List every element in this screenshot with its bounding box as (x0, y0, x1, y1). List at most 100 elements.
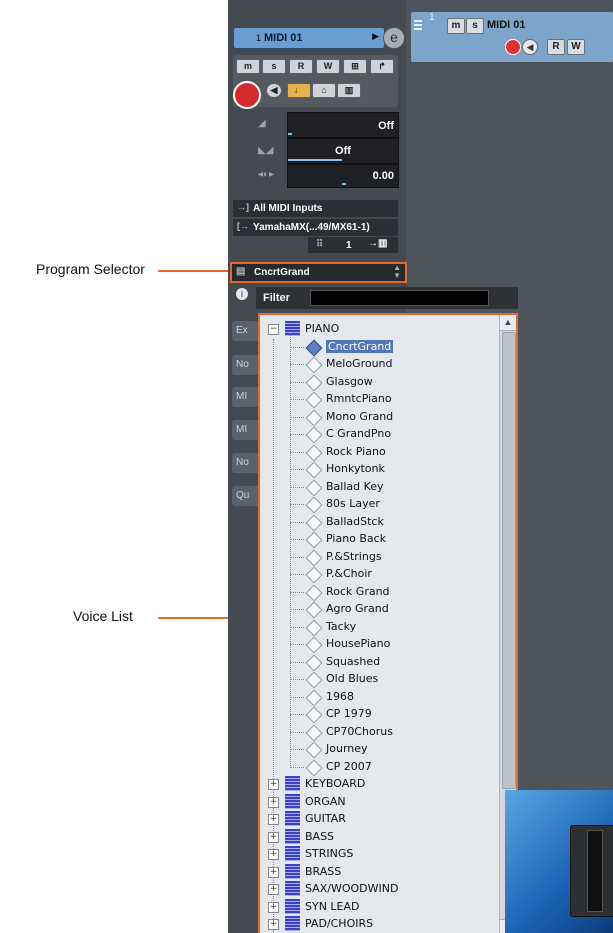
program-selector-leader-line (158, 270, 230, 272)
voice-icon (305, 444, 323, 461)
voice-item[interactable]: Old Blues (260, 671, 490, 689)
midi-input-selector[interactable]: →] All MIDI Inputs (233, 200, 398, 217)
inspector-track-name[interactable]: 1 MIDI 01 ▶ (233, 27, 385, 49)
category-row[interactable]: + STRINGS (260, 846, 490, 863)
voice-item[interactable]: C GrandPno (260, 426, 490, 444)
scroll-up-icon[interactable]: ▲ (500, 315, 516, 331)
expand-icon[interactable]: + (268, 919, 279, 930)
timebase-button[interactable]: ♩ (287, 83, 311, 98)
voice-item[interactable]: CP 2007 (260, 759, 490, 776)
channel-selector[interactable]: ⠿ 1 →▥ (308, 237, 398, 253)
voice-item[interactable]: HousePiano (260, 636, 490, 654)
voice-item[interactable]: Mono Grand (260, 409, 490, 426)
delay-field[interactable]: 0.00 (287, 164, 399, 188)
program-selector[interactable]: ▤ CncrtGrand ▲ ▼ (230, 262, 407, 283)
volume-icon: ◢ (258, 118, 266, 129)
track-monitor-button[interactable]: ◀ (522, 39, 538, 55)
inspector-solo-button[interactable]: s (262, 59, 286, 74)
voice-label: CP 2007 (326, 759, 372, 773)
collapse-icon[interactable]: − (268, 324, 279, 335)
record-enable-button[interactable] (233, 81, 261, 109)
category-icon (285, 846, 300, 861)
category-row[interactable]: − PIANO (260, 321, 490, 338)
inspector-mute-button[interactable]: m (236, 59, 260, 74)
tree-connector (290, 626, 304, 628)
voice-item[interactable]: Honkytonk (260, 461, 490, 479)
tree-connector (290, 469, 304, 470)
voice-icon (305, 689, 323, 706)
voice-list[interactable]: ▲ ▼ −PIANOCncrtGrandMeloGroundGlasgowRmn… (258, 313, 518, 933)
expand-icon[interactable]: + (268, 779, 279, 790)
voice-item[interactable]: CP70Chorus (260, 724, 490, 741)
voice-item[interactable]: Piano Back (260, 531, 490, 549)
edit-instrument-button[interactable]: e (383, 27, 405, 49)
voice-item[interactable]: CncrtGrand (260, 339, 490, 356)
voice-item[interactable]: RmntcPiano (260, 391, 490, 409)
voice-icon (305, 514, 323, 531)
voice-item[interactable]: Tacky (260, 619, 490, 636)
voice-item[interactable]: 80s Layer (260, 496, 490, 514)
output-routing-icon[interactable]: ↱ (370, 59, 394, 74)
channel-value: 1 (346, 240, 352, 251)
expand-icon[interactable]: + (268, 796, 279, 808)
voice-item[interactable]: MeloGround (260, 356, 490, 374)
voice-label: Rock Piano (326, 444, 386, 458)
midi-output-selector[interactable]: [→ YamahaMX(...49/MX61-1) (233, 219, 398, 236)
tree-connector (290, 679, 304, 680)
voice-item[interactable]: Squashed (260, 654, 490, 671)
track-mute-button[interactable]: m (447, 18, 465, 34)
expand-icon[interactable]: + (268, 814, 279, 825)
category-row[interactable]: + BRASS (260, 863, 490, 881)
category-label: PAD/CHOIRS (305, 917, 374, 930)
track-header[interactable]: 1 m s MIDI 01 ◀ R W (411, 12, 613, 62)
voice-label: Tacky (326, 619, 357, 633)
tree-connector (290, 731, 304, 733)
expand-icon[interactable]: + (268, 866, 279, 878)
voice-icon (305, 741, 323, 759)
category-row[interactable]: + GUITAR (260, 811, 490, 828)
category-row[interactable]: + KEYBOARD (260, 776, 490, 793)
inspector-read-button[interactable]: R (289, 59, 313, 74)
category-row[interactable]: + ORGAN (260, 793, 490, 811)
voice-item[interactable]: Ballad Key (260, 479, 490, 496)
category-row[interactable]: + BASS (260, 828, 490, 846)
voice-item[interactable]: Journey (260, 741, 490, 759)
voice-item[interactable]: CP 1979 (260, 706, 490, 724)
lock-button[interactable]: ⌂ (312, 83, 336, 98)
category-row[interactable]: + SAX/WOODWIND (260, 881, 490, 898)
tree-connector (290, 591, 304, 593)
voice-item[interactable]: Rock Piano (260, 444, 490, 461)
track-read-button[interactable]: R (547, 39, 565, 55)
monitor-button[interactable]: ◀ (266, 83, 282, 98)
pan-field[interactable]: Off (287, 138, 399, 164)
filter-input[interactable] (310, 290, 489, 306)
track-write-button[interactable]: W (567, 39, 585, 55)
grid-icon[interactable]: ⊞ (343, 59, 367, 74)
expand-icon[interactable]: + (268, 849, 279, 860)
voice-item[interactable]: P.&Strings (260, 549, 490, 566)
scroll-thumb[interactable] (502, 332, 516, 789)
tree-connector (290, 434, 304, 435)
voice-item[interactable]: 1968 (260, 689, 490, 706)
expand-icon[interactable]: + (268, 884, 279, 895)
inspector-write-button[interactable]: W (316, 59, 340, 74)
track-solo-button[interactable]: s (466, 18, 484, 34)
tree-connector (290, 766, 304, 768)
category-row[interactable]: + SYN LEAD (260, 898, 490, 916)
voice-item[interactable]: Agro Grand (260, 601, 490, 619)
voice-label: MeloGround (326, 357, 393, 370)
voice-item[interactable]: Glasgow (260, 374, 490, 391)
track-record-button[interactable] (505, 39, 521, 55)
lane-button[interactable]: ▥ (337, 83, 361, 98)
volume-field[interactable]: Off (287, 112, 399, 138)
category-label: KEYBOARD (305, 777, 366, 790)
voice-item[interactable]: Rock Grand (260, 584, 490, 601)
voice-item[interactable]: P.&Choir (260, 566, 490, 584)
voice-list-callout: Voice List (73, 608, 133, 624)
voice-label: Ballad Key (326, 479, 384, 493)
expand-icon[interactable]: + (268, 901, 279, 913)
category-row[interactable]: + PAD/CHOIRS (260, 916, 490, 933)
voice-item[interactable]: BalladStck (260, 514, 490, 531)
expand-icon[interactable]: + (268, 831, 279, 843)
track-header-name: MIDI 01 (487, 19, 526, 31)
